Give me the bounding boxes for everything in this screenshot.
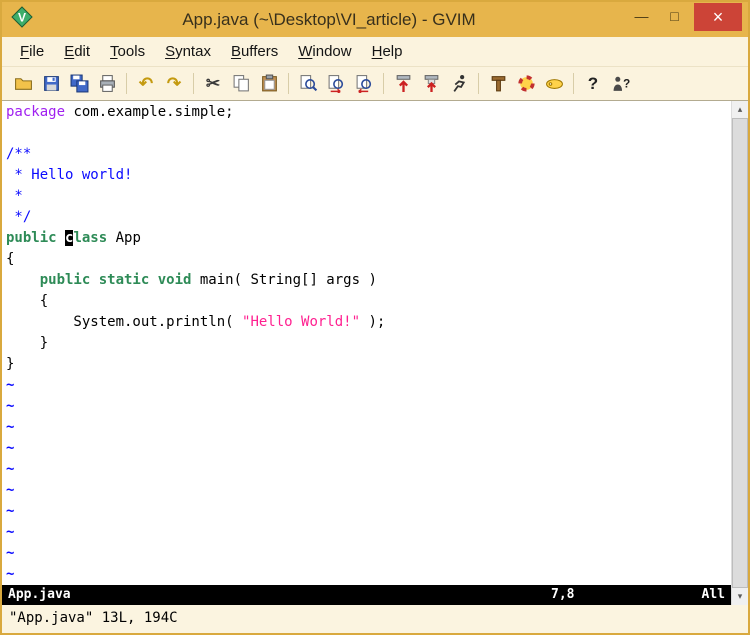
help-button[interactable]: ? (579, 70, 607, 97)
save-icon (42, 74, 61, 93)
code-line: } (6, 333, 728, 354)
svg-text:V: V (18, 11, 26, 25)
jump-tag-icon (545, 74, 564, 93)
jump-tag-button[interactable] (540, 70, 568, 97)
title-bar: V App.java (~\Desktop\VI_article) - GVIM… (2, 2, 748, 37)
redo-button[interactable]: ↷ (160, 70, 188, 97)
load-session-icon (394, 74, 413, 93)
tilde-row: ~ (6, 480, 728, 501)
menu-item-syntax[interactable]: Syntax (155, 39, 221, 64)
menu-item-edit[interactable]: Edit (54, 39, 100, 64)
find-help-icon: ? (612, 74, 631, 93)
tilde-row: ~ (6, 417, 728, 438)
open-icon (14, 74, 33, 93)
code-line: * (6, 186, 728, 207)
save-session-button[interactable] (417, 70, 445, 97)
open-button[interactable] (9, 70, 37, 97)
code-line: */ (6, 207, 728, 228)
command-line: "App.java" 13L, 194C (2, 605, 748, 633)
print-button[interactable] (93, 70, 121, 97)
save-all-icon (70, 74, 89, 93)
run-script-icon (450, 74, 469, 93)
scrollbar: ▴ ▾ (731, 101, 748, 605)
minimize-button[interactable]: — (625, 2, 658, 30)
scroll-indicator: All (681, 585, 725, 605)
make-button[interactable] (484, 70, 512, 97)
code-line: public class App (6, 228, 728, 249)
code-line: public static void main( String[] args ) (6, 270, 728, 291)
code-line: /** (6, 144, 728, 165)
print-icon (98, 74, 117, 93)
replace-icon (299, 74, 318, 93)
tilde-row: ~ (6, 543, 728, 564)
code-line: { (6, 291, 728, 312)
redo-icon: ↷ (167, 75, 181, 92)
cut-button[interactable]: ✂ (199, 70, 227, 97)
menu-bar: FileEditToolsSyntaxBuffersWindowHelp (2, 37, 748, 67)
find-help-button[interactable]: ? (607, 70, 635, 97)
scroll-up-button[interactable]: ▴ (732, 101, 748, 118)
code-line: System.out.println( "Hello World!" ); (6, 312, 728, 333)
toolbar: ↶ ↷ ✂?? (2, 67, 748, 100)
help-icon: ? (588, 75, 598, 92)
tilde-row: ~ (6, 396, 728, 417)
code-line: { (6, 249, 728, 270)
svg-text:?: ? (623, 78, 630, 91)
find-next-button[interactable] (322, 70, 350, 97)
load-session-button[interactable] (389, 70, 417, 97)
menu-item-window[interactable]: Window (288, 39, 361, 64)
save-button[interactable] (37, 70, 65, 97)
status-line: App.java 7,8 All (2, 585, 731, 605)
build-tags-icon (517, 74, 536, 93)
vim-logo-icon: V (11, 6, 33, 33)
find-next-icon (327, 74, 346, 93)
tilde-row: ~ (6, 501, 728, 522)
editor-main: package com.example.simple; /** * Hello … (2, 100, 748, 605)
tilde-row: ~ (6, 459, 728, 480)
scrollbar-thumb[interactable] (732, 118, 748, 588)
code-line: * Hello world! (6, 165, 728, 186)
save-session-icon (422, 74, 441, 93)
undo-icon: ↶ (139, 75, 153, 92)
tilde-row: ~ (6, 375, 728, 396)
window-controls: — □ × (625, 2, 748, 37)
paste-button[interactable] (255, 70, 283, 97)
menu-item-file[interactable]: File (10, 39, 54, 64)
editor-text-area[interactable]: package com.example.simple; /** * Hello … (2, 101, 748, 585)
code-line: package com.example.simple; (6, 102, 728, 123)
undo-button[interactable]: ↶ (132, 70, 160, 97)
copy-button[interactable] (227, 70, 255, 97)
cursor-position: 7,8 (551, 585, 681, 605)
menu-item-tools[interactable]: Tools (100, 39, 155, 64)
menu-item-help[interactable]: Help (362, 39, 413, 64)
gvim-window: V App.java (~\Desktop\VI_article) - GVIM… (0, 0, 750, 635)
menu-item-buffers[interactable]: Buffers (221, 39, 288, 64)
tilde-row: ~ (6, 522, 728, 543)
run-script-button[interactable] (445, 70, 473, 97)
maximize-button[interactable]: □ (658, 2, 691, 30)
status-filename: App.java (8, 585, 551, 605)
code-line: } (6, 354, 728, 375)
copy-icon (232, 74, 251, 93)
replace-button[interactable] (294, 70, 322, 97)
cut-icon: ✂ (206, 75, 220, 92)
find-prev-icon (355, 74, 374, 93)
window-title: App.java (~\Desktop\VI_article) - GVIM (33, 10, 625, 30)
tilde-row: ~ (6, 438, 728, 459)
find-prev-button[interactable] (350, 70, 378, 97)
toolbar-separator (288, 73, 289, 94)
scroll-down-button[interactable]: ▾ (732, 588, 748, 605)
save-all-button[interactable] (65, 70, 93, 97)
toolbar-separator (478, 73, 479, 94)
toolbar-separator (573, 73, 574, 94)
close-button[interactable]: × (694, 3, 742, 31)
build-tags-button[interactable] (512, 70, 540, 97)
toolbar-separator (383, 73, 384, 94)
tilde-row: ~ (6, 564, 728, 585)
toolbar-separator (193, 73, 194, 94)
make-icon (489, 74, 508, 93)
paste-icon (260, 74, 279, 93)
toolbar-separator (126, 73, 127, 94)
code-line (6, 123, 728, 144)
